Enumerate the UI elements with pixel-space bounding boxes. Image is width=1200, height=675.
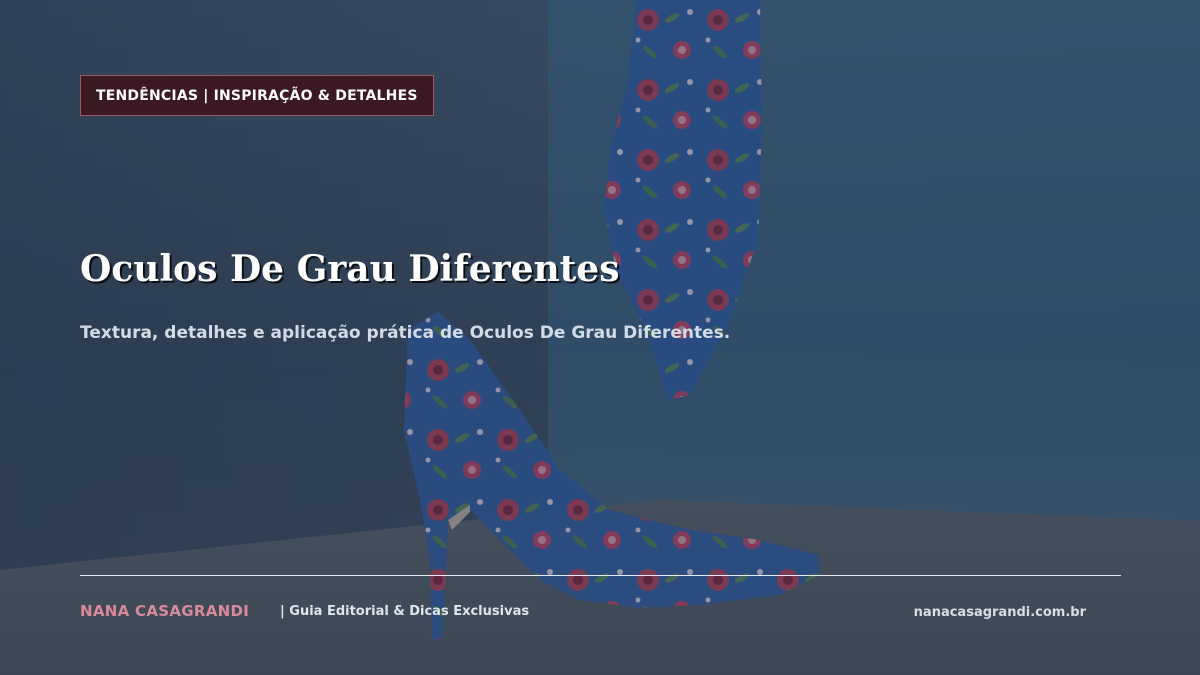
category-badge: TENDÊNCIAS | INSPIRAÇÃO & DETALHES	[80, 75, 434, 116]
brand-name: NANA CASAGRANDI	[80, 602, 250, 620]
page-title: Oculos De Grau Diferentes	[80, 248, 620, 290]
site-url: nanacasagrandi.com.br	[913, 605, 1086, 620]
footer-divider	[80, 575, 1121, 576]
page-subtitle: Textura, detalhes e aplicação prática de…	[80, 323, 731, 343]
brand-tagline: | Guia Editorial & Dicas Exclusivas	[280, 604, 530, 619]
